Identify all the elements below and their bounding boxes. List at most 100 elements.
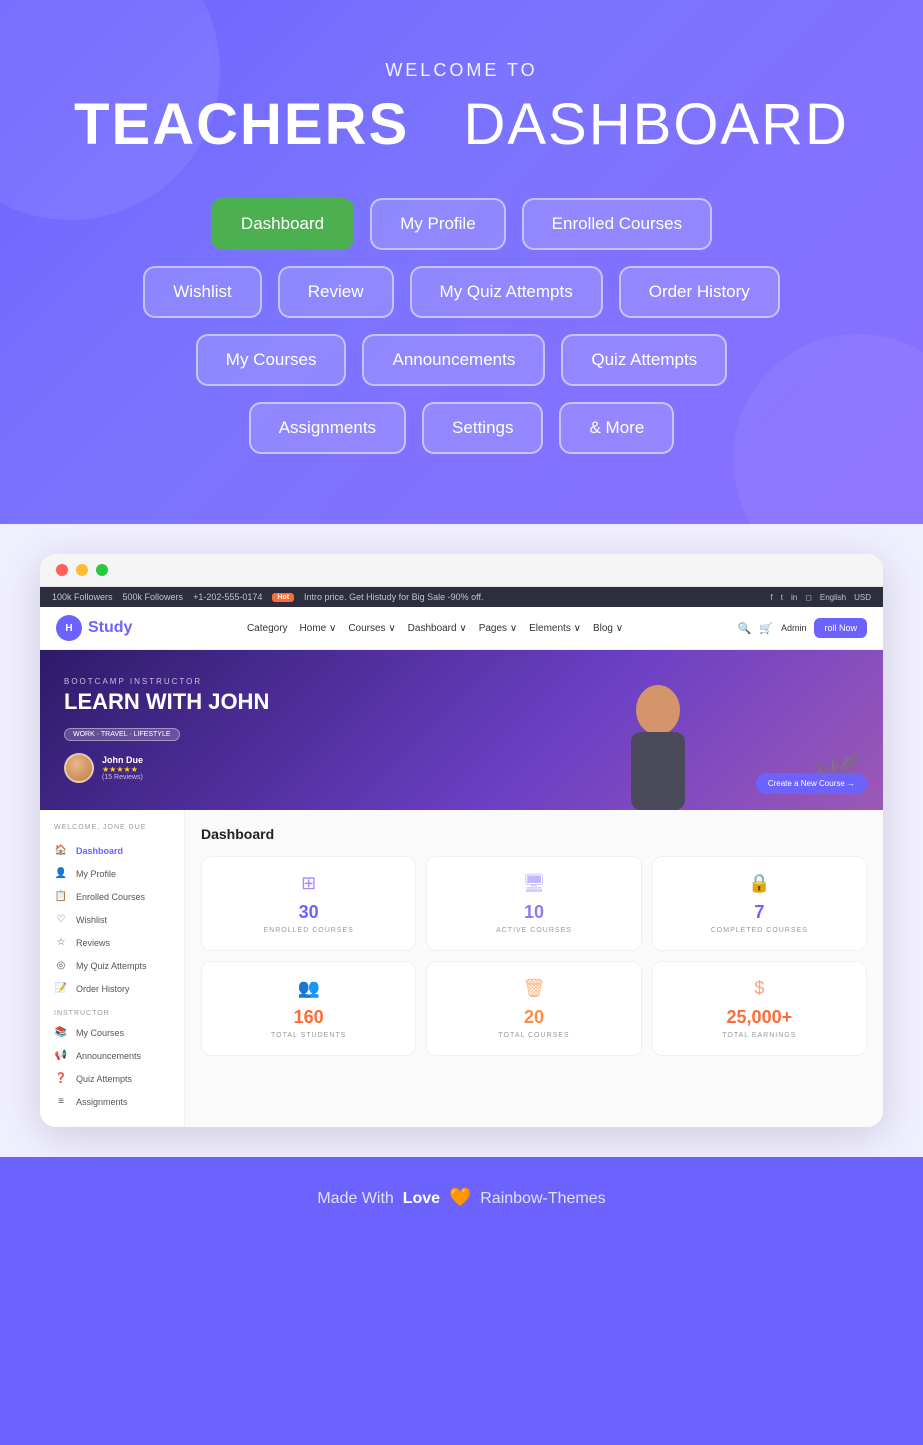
- stat-total-courses: 🗑 20 TOTAL COURSES: [426, 961, 641, 1056]
- dashboard-content: WELCOME, JONE DUE 🏠 Dashboard 👤 My Profi…: [40, 810, 883, 1127]
- sidebar-item-wishlist[interactable]: ♡ Wishlist: [40, 908, 184, 931]
- sidebar-label-assignments: Assignments: [76, 1097, 128, 1107]
- nav-settings-button[interactable]: Settings: [422, 402, 543, 454]
- footer: Made With Love 🧡 Rainbow-Themes: [0, 1157, 923, 1238]
- dashboard-icon: 🏠: [54, 845, 68, 856]
- nav-enrolled-button[interactable]: Enrolled Courses: [522, 198, 712, 250]
- nav-wishlist-button[interactable]: Wishlist: [143, 266, 262, 318]
- sidebar-label-quiz: My Quiz Attempts: [76, 961, 147, 971]
- nav-dashboard-link[interactable]: Dashboard ∨: [408, 623, 467, 634]
- nav-more-button[interactable]: & More: [559, 402, 674, 454]
- profile-icon: 👤: [54, 868, 68, 879]
- footer-brand: Rainbow-Themes: [480, 1190, 605, 1207]
- browser-chrome: [40, 554, 883, 587]
- profile-stars: ★★★★★: [102, 765, 143, 774]
- nav-assignments-button[interactable]: Assignments: [249, 402, 406, 454]
- nav-myprofile-button[interactable]: My Profile: [370, 198, 506, 250]
- banner-tag: WORK · TRAVEL · LIFESTYLE: [64, 728, 180, 741]
- sidebar-label-order: Order History: [76, 984, 130, 994]
- banner-profile: John Due ★★★★★ (15 Reviews): [64, 753, 269, 783]
- nav-mycourses-button[interactable]: My Courses: [196, 334, 347, 386]
- footer-bold: Love: [403, 1190, 440, 1207]
- students-stat-label: TOTAL STUDENTS: [214, 1032, 403, 1039]
- announcements-icon: 📢: [54, 1050, 68, 1061]
- hero-banner-content: BOOTCAMP INSTRUCTOR LEARN WITH JOHN WORK…: [40, 657, 293, 802]
- browser-wrapper: 100k Followers 500k Followers +1-202-555…: [0, 524, 923, 1157]
- order-icon: 📝: [54, 983, 68, 994]
- sidebar-item-enrolled[interactable]: 📋 Enrolled Courses: [40, 885, 184, 908]
- banner-title: LEARN WITH JOHN: [64, 690, 269, 714]
- logo-text[interactable]: Study: [88, 619, 132, 637]
- sidebar-welcome: WELCOME, JONE DUE: [40, 824, 184, 839]
- cart-icon[interactable]: 🛒: [759, 622, 773, 635]
- dashboard-page-title: Dashboard: [201, 826, 867, 842]
- nav-dashboard-button[interactable]: Dashboard: [211, 198, 354, 250]
- main-dashboard: Dashboard ⊞ 30 ENROLLED COURSES 🖥 10 ACT…: [185, 810, 883, 1127]
- stat-completed-courses: 🔒 7 COMPLETED COURSES: [652, 856, 867, 951]
- earnings-stat-number: 25,000+: [665, 1007, 854, 1028]
- nav-row-3: My Courses Announcements Quiz Attempts: [196, 334, 727, 386]
- profile-avatar: [64, 753, 94, 783]
- sidebar-item-orderhistory[interactable]: 📝 Order History: [40, 977, 184, 1000]
- top-bar-right: ftin◻ English USD: [771, 593, 871, 602]
- nav-pages[interactable]: Pages ∨: [479, 623, 517, 634]
- students-stat-number: 160: [214, 1007, 403, 1028]
- followers-2: 500k Followers: [123, 592, 184, 602]
- create-course-button[interactable]: Create a New Course →: [756, 773, 867, 794]
- nav-elements[interactable]: Elements ∨: [529, 623, 581, 634]
- nav-orderhistory-button[interactable]: Order History: [619, 266, 780, 318]
- sidebar-item-dashboard[interactable]: 🏠 Dashboard: [40, 839, 184, 862]
- earnings-stat-label: TOTAL EARNINGS: [665, 1032, 854, 1039]
- nav-courses[interactable]: Courses ∨: [348, 623, 395, 634]
- site-nav: H Study Category Home ∨ Courses ∨ Dashbo…: [40, 607, 883, 650]
- browser-dot-red: [56, 564, 68, 576]
- nav-row-2: Wishlist Review My Quiz Attempts Order H…: [143, 266, 780, 318]
- followers-1: 100k Followers: [52, 592, 113, 602]
- sidebar-item-myprofile[interactable]: 👤 My Profile: [40, 862, 184, 885]
- sidebar: WELCOME, JONE DUE 🏠 Dashboard 👤 My Profi…: [40, 810, 185, 1127]
- nav-category[interactable]: Category: [247, 623, 288, 634]
- nav-review-button[interactable]: Review: [278, 266, 394, 318]
- mycourses-icon: 📚: [54, 1027, 68, 1038]
- sidebar-item-announcements[interactable]: 📢 Announcements: [40, 1044, 184, 1067]
- sidebar-label-announcements: Announcements: [76, 1051, 141, 1061]
- stat-active-courses: 🖥 10 ACTIVE COURSES: [426, 856, 641, 951]
- nav-home[interactable]: Home ∨: [300, 623, 337, 634]
- browser-window: 100k Followers 500k Followers +1-202-555…: [40, 554, 883, 1127]
- site-logo: H Study: [56, 615, 132, 641]
- nav-row-4: Assignments Settings & More: [249, 402, 675, 454]
- nav-announcements-button[interactable]: Announcements: [362, 334, 545, 386]
- hero-title: TEACHERS DASHBOARD: [40, 91, 883, 158]
- nav-blog[interactable]: Blog ∨: [593, 623, 623, 634]
- assignments-icon: ≡: [54, 1096, 68, 1107]
- earnings-stat-icon: $: [665, 978, 854, 999]
- sidebar-item-assignments[interactable]: ≡ Assignments: [40, 1090, 184, 1113]
- nav-quizattempts-button[interactable]: My Quiz Attempts: [410, 266, 603, 318]
- nav-quizattempts2-button[interactable]: Quiz Attempts: [561, 334, 727, 386]
- courses-stat-label: TOTAL COURSES: [439, 1032, 628, 1039]
- currency[interactable]: USD: [854, 593, 871, 602]
- stats-grid-row2: 👥 160 TOTAL STUDENTS 🗑 20 TOTAL COURSES …: [201, 961, 867, 1056]
- sidebar-item-quizattempts2[interactable]: ❓ Quiz Attempts: [40, 1067, 184, 1090]
- top-bar-left: 100k Followers 500k Followers +1-202-555…: [52, 592, 483, 602]
- stats-grid-row1: ⊞ 30 ENROLLED COURSES 🖥 10 ACTIVE COURSE…: [201, 856, 867, 951]
- sidebar-section-instructor: INSTRUCTOR: [40, 1000, 184, 1021]
- completed-stat-number: 7: [665, 902, 854, 923]
- sidebar-item-mycourses[interactable]: 📚 My Courses: [40, 1021, 184, 1044]
- stat-total-earnings: $ 25,000+ TOTAL EARNINGS: [652, 961, 867, 1056]
- search-icon[interactable]: 🔍: [738, 622, 752, 635]
- completed-stat-icon: 🔒: [665, 873, 854, 894]
- admin-label: Admin: [781, 623, 807, 633]
- enroll-button[interactable]: roll Now: [814, 618, 867, 638]
- top-bar: 100k Followers 500k Followers +1-202-555…: [40, 587, 883, 607]
- wishlist-icon: ♡: [54, 914, 68, 925]
- active-stat-icon: 🖥: [439, 873, 628, 894]
- language[interactable]: English: [820, 593, 846, 602]
- site-nav-links: Category Home ∨ Courses ∨ Dashboard ∨ Pa…: [247, 623, 623, 634]
- sidebar-label-dashboard: Dashboard: [76, 846, 123, 856]
- sidebar-item-quizattempts[interactable]: ◎ My Quiz Attempts: [40, 954, 184, 977]
- hero-title-bold: TEACHERS: [74, 92, 409, 157]
- courses-stat-icon: 🗑: [439, 978, 628, 999]
- sidebar-label-enrolled: Enrolled Courses: [76, 892, 145, 902]
- sidebar-item-reviews[interactable]: ☆ Reviews: [40, 931, 184, 954]
